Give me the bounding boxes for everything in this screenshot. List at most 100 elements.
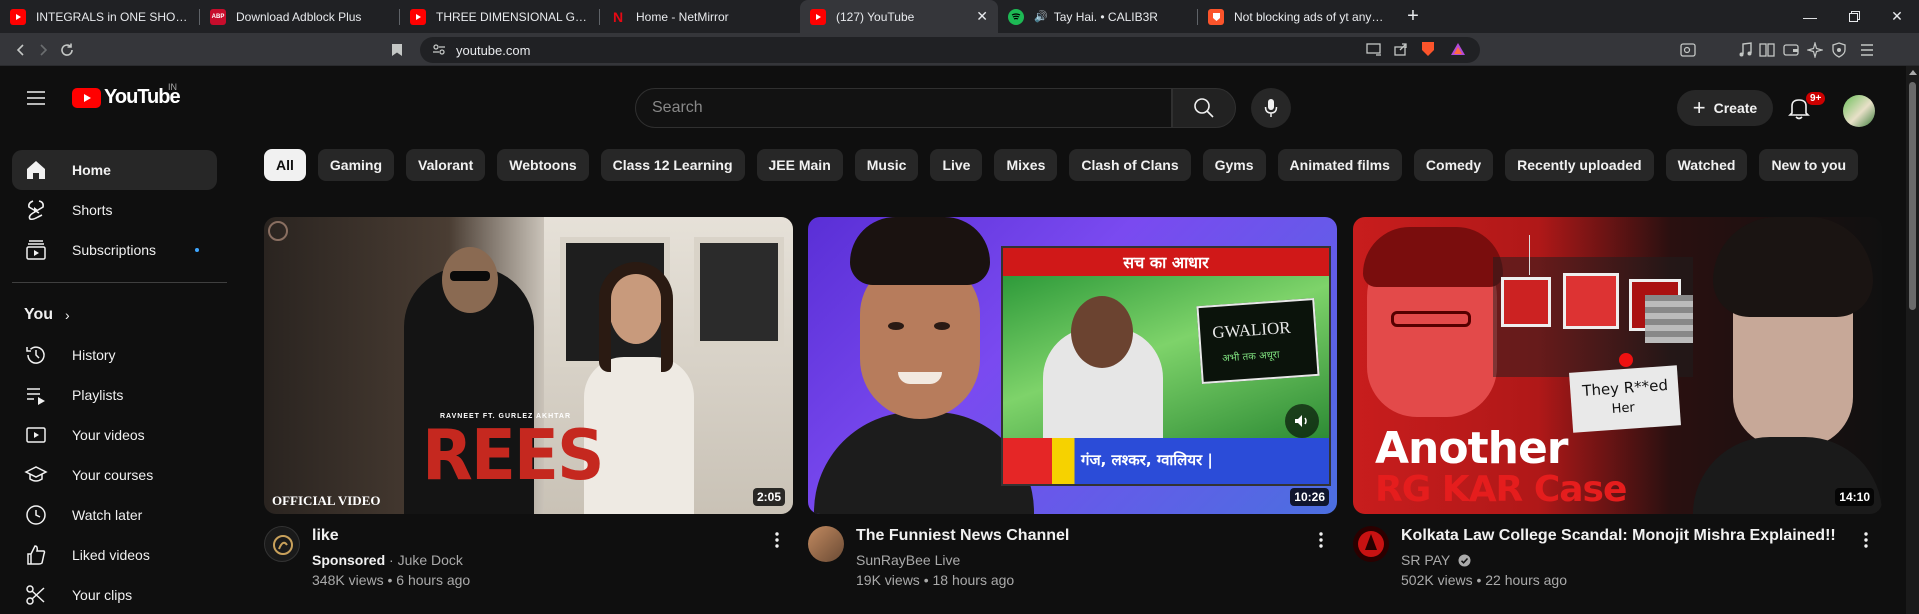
chip-music[interactable]: Music <box>854 149 919 181</box>
sidebar-item-label: Shorts <box>72 202 113 218</box>
chip-mixes[interactable]: Mixes <box>994 149 1058 181</box>
video-thumbnail[interactable]: They R**ed Her Another RG KAR Case 14:10 <box>1353 217 1882 514</box>
thumbnail-glasses <box>1391 311 1471 327</box>
user-avatar[interactable] <box>1843 95 1875 127</box>
chip-clash-of-clans[interactable]: Clash of Clans <box>1069 149 1191 181</box>
your-videos-icon <box>26 427 46 443</box>
netmirror-favicon-icon: N <box>612 8 624 25</box>
scroll-up-icon[interactable] <box>1909 70 1917 75</box>
tab-title: Tay Hai. • CALIB3R <box>1053 9 1158 24</box>
search-input[interactable] <box>652 98 1132 118</box>
sidebar-item-your-courses[interactable]: Your courses <box>12 455 217 495</box>
video-title[interactable]: Kolkata Law College Scandal: Monojit Mis… <box>1401 527 1836 545</box>
browser-tab[interactable]: ABP Download Adblock Plus <box>200 0 400 33</box>
leo-ai-icon[interactable] <box>1804 39 1826 61</box>
more-options-icon[interactable] <box>1309 528 1333 552</box>
chip-gaming[interactable]: Gaming <box>317 149 395 181</box>
create-button[interactable]: + Create <box>1677 90 1773 126</box>
sidebar-item-your-videos[interactable]: Your videos <box>12 415 217 455</box>
chip-class-12-learning[interactable]: Class 12 Learning <box>600 149 745 181</box>
abp-favicon-icon: ABP <box>210 8 226 25</box>
cast-icon[interactable] <box>1366 42 1382 61</box>
youtube-favicon-icon <box>810 8 826 25</box>
reload-icon[interactable] <box>56 39 78 61</box>
youtube-logo[interactable]: YouTube <box>72 86 181 109</box>
chip-live[interactable]: Live <box>930 149 983 181</box>
browser-tab[interactable]: INTEGRALS in ONE SHOT || Full Chap <box>0 0 200 33</box>
browser-tab[interactable]: N Home - NetMirror <box>600 0 800 33</box>
channel-avatar[interactable] <box>1353 526 1389 562</box>
sidebar-item-watch-later[interactable]: Watch later <box>12 495 217 535</box>
browser-tab[interactable]: Not blocking ads of yt anymore :( - B <box>1198 0 1398 33</box>
sidebar-item-playlists[interactable]: Playlists <box>12 375 217 415</box>
chip-new-to-you[interactable]: New to you <box>1759 149 1859 181</box>
sidebar-item-liked-videos[interactable]: Liked videos <box>12 535 217 575</box>
chip-all[interactable]: All <box>264 149 306 181</box>
sidebar-item-shorts[interactable]: Shorts <box>12 190 217 230</box>
share-icon[interactable] <box>1394 42 1408 61</box>
chip-animated-films[interactable]: Animated films <box>1277 149 1402 181</box>
new-tab-icon[interactable]: + <box>1398 5 1428 28</box>
minimize-icon[interactable]: — <box>1788 0 1832 33</box>
video-thumbnail[interactable]: RAVNEET FT. GURLEZ AKHTAR REES OFFICIAL … <box>264 217 793 514</box>
channel-name[interactable]: Juke Dock <box>398 552 463 568</box>
brave-rewards-icon[interactable] <box>1450 42 1466 61</box>
audio-playing-icon[interactable]: 🔊 <box>1034 10 1048 23</box>
channel-avatar[interactable] <box>808 526 844 562</box>
restore-icon[interactable] <box>1832 0 1876 33</box>
wallet-icon[interactable] <box>1780 39 1802 61</box>
reader-mode-icon[interactable] <box>1677 39 1699 61</box>
bookmark-icon[interactable] <box>386 39 408 61</box>
sticky-note-text: They R**ed <box>1581 375 1669 400</box>
page-scrollbar[interactable] <box>1906 66 1919 614</box>
brave-shields-icon[interactable] <box>1420 40 1436 63</box>
sidebar-item-subscriptions[interactable]: Subscriptions <box>12 230 217 270</box>
sidebar-item-home[interactable]: Home <box>12 150 217 190</box>
video-thumbnail[interactable]: सच का आधार GWALIOR अभी तक अधूरा गंज, लश्… <box>808 217 1337 514</box>
chip-valorant[interactable]: Valorant <box>406 149 486 181</box>
forward-icon[interactable] <box>32 39 54 61</box>
news-anchor-face <box>1071 296 1133 368</box>
sidebar-you-header[interactable]: You › <box>12 295 217 335</box>
vpn-shield-icon[interactable] <box>1828 39 1850 61</box>
address-bar[interactable]: youtube.com <box>420 37 1480 63</box>
close-window-icon[interactable]: ✕ <box>1875 0 1919 33</box>
browser-tab[interactable]: 🔊 Tay Hai. • CALIB3R <box>998 0 1198 33</box>
media-icon[interactable] <box>1734 39 1756 61</box>
browser-tab-active[interactable]: (127) YouTube ✕ <box>800 0 998 33</box>
more-options-icon[interactable] <box>1854 528 1878 552</box>
chip-gyms[interactable]: Gyms <box>1202 149 1266 181</box>
browser-tab-strip: INTEGRALS in ONE SHOT || Full Chap ABP D… <box>0 0 1919 33</box>
channel-avatar[interactable] <box>264 526 300 562</box>
site-settings-icon[interactable] <box>432 42 446 61</box>
voice-search-button[interactable] <box>1251 88 1291 128</box>
search-button[interactable] <box>1172 88 1236 128</box>
chip-comedy[interactable]: Comedy <box>1413 149 1494 181</box>
back-icon[interactable] <box>10 39 32 61</box>
menu-icon[interactable] <box>1856 39 1878 61</box>
volume-icon[interactable] <box>1285 404 1319 438</box>
channel-name[interactable]: SR PAY <box>1401 552 1450 568</box>
sidebar-item-your-clips[interactable]: Your clips <box>12 575 217 614</box>
sidebar-item-history[interactable]: History <box>12 335 217 375</box>
scrollbar-thumb[interactable] <box>1909 82 1916 310</box>
url-text[interactable]: youtube.com <box>456 43 530 58</box>
news-board-text: GWALIOR <box>1211 317 1292 343</box>
shorts-icon <box>28 200 44 221</box>
close-tab-icon[interactable]: ✕ <box>976 8 988 25</box>
pixelated-face <box>1645 295 1693 343</box>
thumbnail-hair <box>850 217 990 285</box>
video-meta: like Sponsored · Juke Dock 348K views • … <box>264 526 793 596</box>
chip-watched[interactable]: Watched <box>1665 149 1748 181</box>
more-options-icon[interactable] <box>765 528 789 552</box>
video-title[interactable]: like <box>312 527 339 545</box>
hamburger-menu-icon[interactable] <box>24 86 48 110</box>
chip-jee-main[interactable]: JEE Main <box>756 149 843 181</box>
chip-recently-uploaded[interactable]: Recently uploaded <box>1505 149 1654 181</box>
reading-list-icon[interactable] <box>1756 39 1778 61</box>
browser-tab[interactable]: THREE DIMENSIONAL GEOMETRY in <box>400 0 600 33</box>
channel-name[interactable]: SunRayBee Live <box>856 552 960 568</box>
video-title[interactable]: The Funniest News Channel <box>856 527 1069 545</box>
thumbnail-title-text: REES <box>422 415 605 496</box>
chip-webtoons[interactable]: Webtoons <box>497 149 589 181</box>
